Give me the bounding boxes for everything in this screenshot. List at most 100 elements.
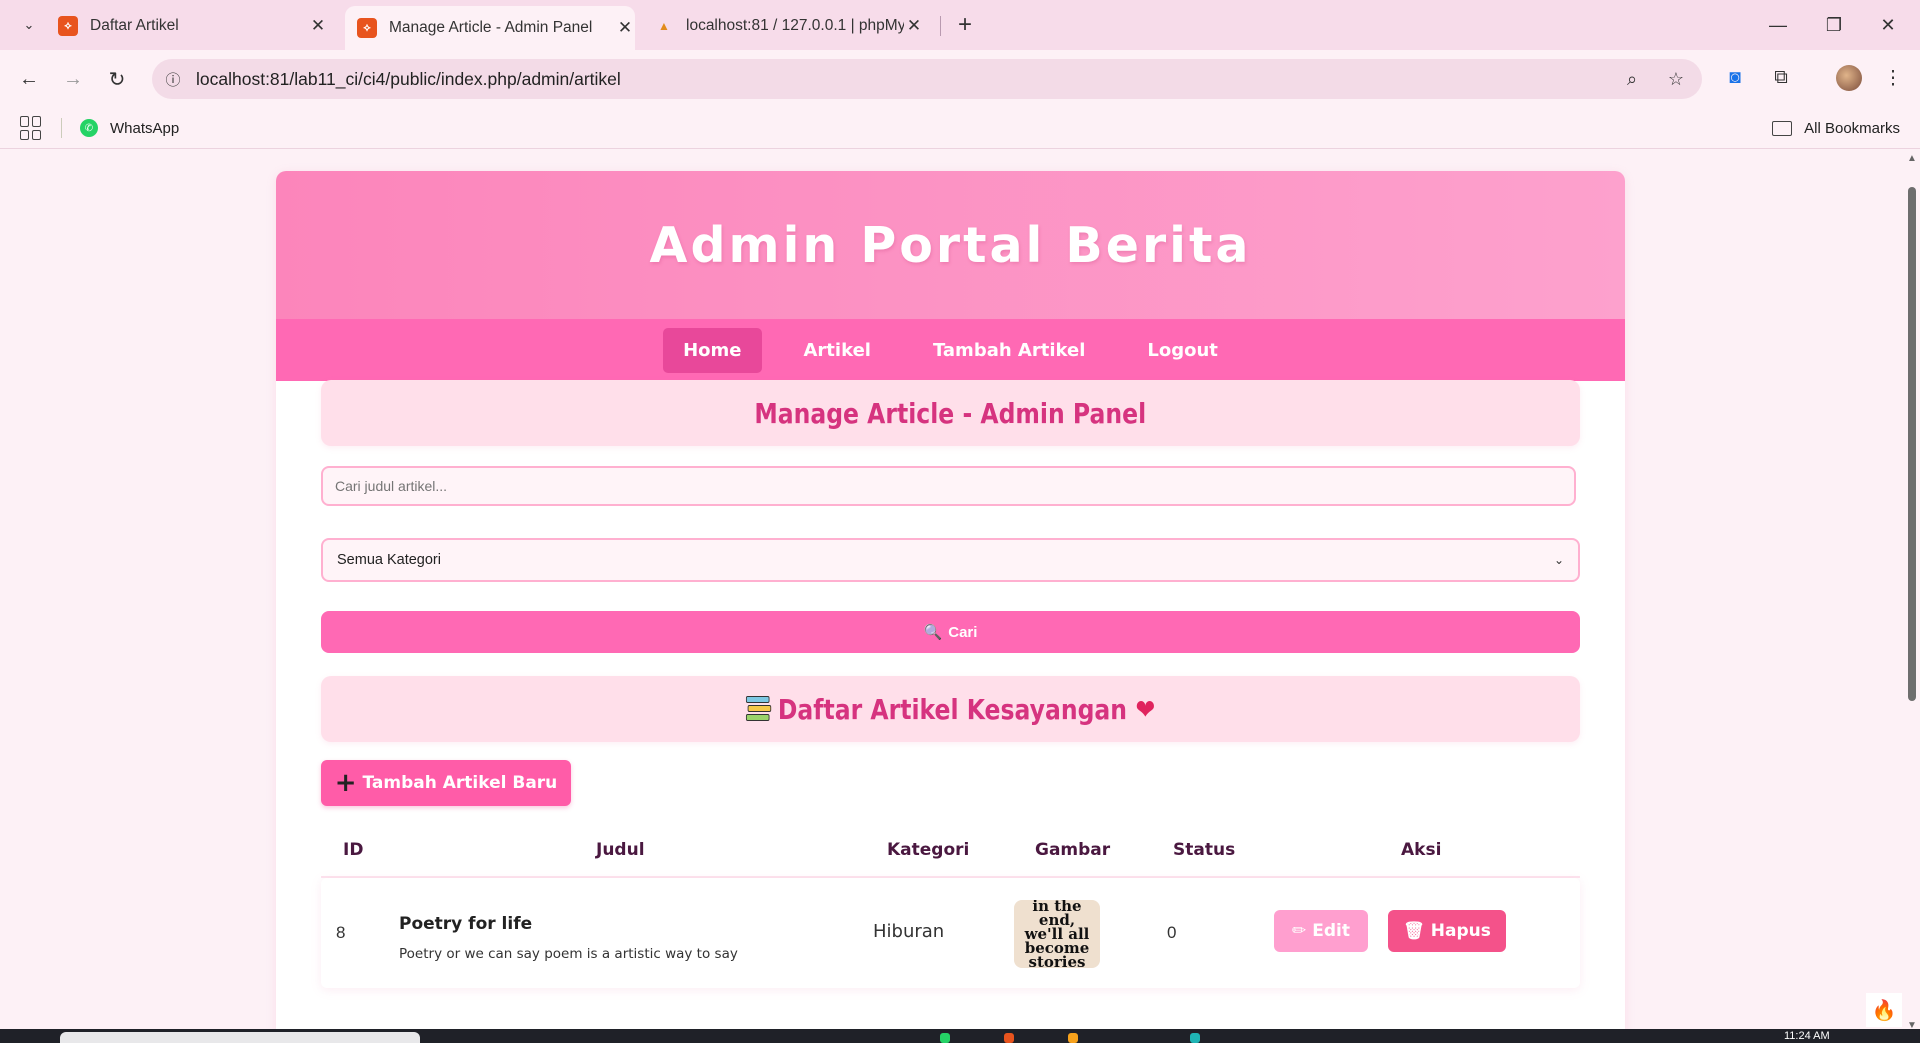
category-select[interactable]: Semua Kategori ⌄ — [321, 538, 1580, 582]
delete-label: Hapus — [1430, 921, 1491, 941]
delete-button[interactable]: 🗑 Hapus — [1388, 910, 1506, 952]
minimize-icon[interactable]: — — [1758, 10, 1798, 40]
list-title-panel: Daftar Artikel Kesayangan ❤ — [321, 676, 1580, 742]
thumb-line: stories — [1028, 953, 1086, 969]
taskbar-app-icon[interactable] — [940, 1033, 950, 1043]
bookmark-label: WhatsApp — [110, 119, 180, 137]
nav-tambah-artikel[interactable]: Tambah Artikel — [913, 328, 1105, 373]
books-icon — [745, 696, 772, 722]
article-thumbnail: in the end, we'll all become stories — [1014, 900, 1100, 968]
browser-toolbar: ← → ↻ ⓘ localhost:81/lab11_ci/ci4/public… — [0, 50, 1920, 108]
codeigniter-favicon-icon: ⟡ — [58, 16, 78, 36]
site-info-icon[interactable]: ⓘ — [162, 68, 184, 90]
nav-home[interactable]: Home — [663, 327, 762, 373]
chevron-down-icon: ⌄ — [1553, 553, 1564, 567]
bookmarks-bar: ✆ WhatsApp All Bookmarks — [0, 108, 1920, 149]
pencil-icon: ✏ — [1292, 921, 1307, 941]
col-header-judul: Judul — [596, 840, 645, 860]
screen-capture-icon[interactable]: ◙ — [1720, 63, 1750, 93]
os-taskbar: 11:24 AM — [0, 1029, 1920, 1043]
apps-grid-icon[interactable] — [20, 116, 44, 140]
zoom-icon[interactable]: ⌕ — [1620, 67, 1644, 91]
forward-arrow-icon[interactable]: → — [58, 64, 88, 94]
tab-divider — [940, 16, 941, 36]
cell-kategori: Hiburan — [873, 921, 945, 942]
list-title-heading: Daftar Artikel Kesayangan ❤ — [745, 692, 1156, 726]
folder-icon — [1772, 120, 1793, 136]
table-row: 8 Poetry for life Poetry or we can say p… — [321, 878, 1580, 988]
sparkling-heart-icon: ❤ — [1135, 692, 1156, 726]
new-tab-plus-icon[interactable]: + — [950, 10, 980, 40]
col-header-status: Status — [1173, 840, 1236, 860]
extensions-puzzle-icon[interactable]: ⧉ — [1766, 63, 1796, 93]
close-window-icon[interactable]: ✕ — [1868, 10, 1908, 40]
add-article-label: Tambah Artikel Baru — [362, 773, 558, 793]
close-tab-icon[interactable]: ✕ — [904, 16, 924, 36]
main-nav: Home Artikel Tambah Artikel Logout — [276, 319, 1625, 381]
taskbar-search[interactable] — [60, 1032, 420, 1043]
phpmyadmin-favicon-icon: ▲ — [658, 19, 670, 33]
browser-menu-icon[interactable]: ⋮ — [1878, 63, 1908, 93]
bookmark-star-icon[interactable]: ☆ — [1664, 67, 1688, 91]
cell-judul: Poetry for life — [399, 914, 533, 934]
taskbar-app-icon[interactable] — [1068, 1033, 1078, 1043]
list-title-box: Daftar Artikel Kesayangan ❤ — [321, 676, 1580, 742]
profile-avatar[interactable] — [1836, 65, 1862, 91]
cell-id: 8 — [336, 923, 346, 942]
trash-icon: 🗑 — [1403, 921, 1425, 941]
tab-title: Daftar Artikel — [90, 17, 179, 34]
nav-logout[interactable]: Logout — [1127, 328, 1238, 373]
edit-label: Edit — [1312, 921, 1350, 941]
cell-status: 0 — [1167, 923, 1177, 942]
back-arrow-icon[interactable]: ← — [14, 64, 44, 94]
tab-strip: ⌄ ⟡ Daftar Artikel ✕ ⟡ Manage Article - … — [0, 0, 1920, 50]
url-text[interactable]: localhost:81/lab11_ci/ci4/public/index.p… — [196, 69, 621, 90]
search-input[interactable] — [321, 466, 1576, 506]
search-button-label: Cari — [948, 623, 978, 641]
col-header-kategori: Kategori — [887, 840, 970, 860]
taskbar-clock[interactable]: 11:24 AM — [1784, 1030, 1830, 1042]
close-tab-icon[interactable]: ✕ — [615, 18, 635, 38]
tab-title: localhost:81 / 127.0.0.1 | phpMy — [686, 17, 904, 34]
tab-phpmyadmin[interactable]: ▲ localhost:81 / 127.0.0.1 | phpMy ✕ — [654, 6, 924, 46]
category-select-value: Semua Kategori — [337, 552, 441, 568]
scroll-up-arrow-icon[interactable]: ▲ — [1907, 153, 1917, 164]
close-tab-icon[interactable]: ✕ — [308, 16, 328, 36]
taskbar-app-icon[interactable] — [1004, 1033, 1014, 1043]
list-title: Daftar Artikel Kesayangan — [777, 692, 1127, 726]
add-article-button[interactable]: + Tambah Artikel Baru — [321, 760, 571, 806]
cell-excerpt: Poetry or we can say poem is a artistic … — [399, 946, 738, 962]
magnifier-icon: 🔍 — [923, 624, 943, 641]
plus-icon: + — [334, 768, 357, 798]
tab-manage-article[interactable]: ⟡ Manage Article - Admin Panel ✕ — [345, 6, 635, 50]
col-header-aksi: Aksi — [1401, 840, 1442, 860]
search-button[interactable]: 🔍 Cari — [321, 611, 1580, 653]
admin-container: Admin Portal Berita Home Artikel Tambah … — [276, 171, 1625, 1029]
tab-search-chevron-icon[interactable]: ⌄ — [14, 10, 44, 40]
site-title: Admin Portal Berita — [649, 216, 1252, 274]
tab-title: Manage Article - Admin Panel — [389, 19, 593, 36]
page-title: Manage Article - Admin Panel — [754, 396, 1147, 430]
bookmark-whatsapp[interactable]: ✆ WhatsApp — [80, 114, 179, 142]
tab-daftar-artikel[interactable]: ⟡ Daftar Artikel ✕ — [58, 6, 328, 46]
col-header-gambar: Gambar — [1035, 840, 1111, 860]
scrollbar-thumb[interactable] — [1908, 187, 1916, 701]
all-bookmarks-label: All Bookmarks — [1804, 119, 1900, 137]
address-bar[interactable]: ⓘ localhost:81/lab11_ci/ci4/public/index… — [152, 59, 1702, 99]
site-header: Admin Portal Berita — [276, 171, 1625, 319]
all-bookmarks-button[interactable]: All Bookmarks — [1772, 114, 1900, 142]
table-header: ID Judul Kategori Gambar Status Aksi — [321, 826, 1580, 878]
taskbar-app-icon[interactable] — [1190, 1033, 1200, 1043]
col-header-id: ID — [343, 840, 364, 860]
bookmarks-divider — [61, 118, 62, 138]
nav-artikel[interactable]: Artikel — [784, 328, 891, 373]
edit-button[interactable]: ✏ Edit — [1274, 910, 1368, 952]
restore-icon[interactable]: ❐ — [1814, 10, 1854, 40]
codeigniter-favicon-icon: ⟡ — [357, 18, 377, 38]
reload-icon[interactable]: ↻ — [102, 64, 132, 94]
flame-extension-icon[interactable]: 🔥 — [1866, 993, 1902, 1027]
page-title-panel: Manage Article - Admin Panel — [321, 380, 1580, 446]
page-scrollbar[interactable]: ▲ ▼ — [1903, 149, 1920, 1031]
main-content: Manage Article - Admin Panel Semua Kateg… — [321, 380, 1580, 988]
whatsapp-icon: ✆ — [80, 119, 98, 137]
